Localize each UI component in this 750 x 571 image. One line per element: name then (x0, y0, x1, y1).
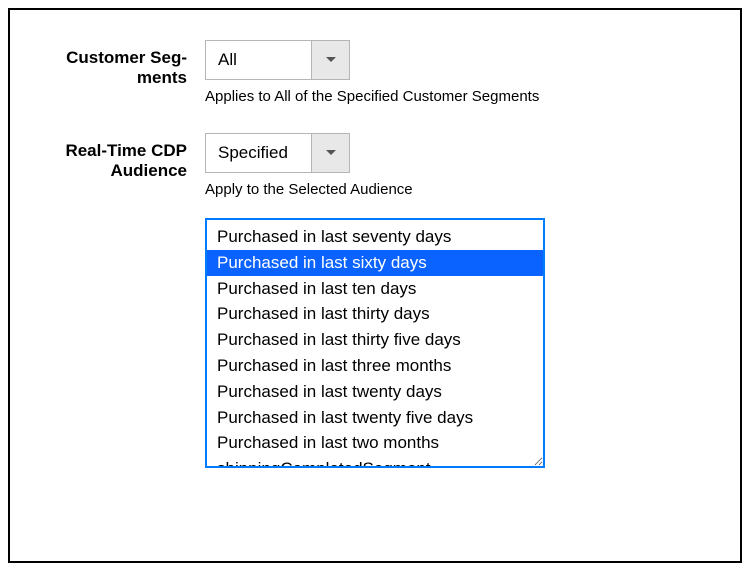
rtcdp-audience-control: Specified Apply to the Selected Audience… (205, 133, 700, 468)
audience-option[interactable]: Purchased in last seventy days (207, 224, 543, 250)
audience-option[interactable]: Purchased in last three months (207, 353, 543, 379)
rtcdp-audience-label: Real-Time CDP Audience (30, 133, 205, 468)
audience-option[interactable]: Purchased in last thirty days (207, 301, 543, 327)
rtcdp-audience-value: Specified (206, 134, 311, 172)
customer-segments-select[interactable]: All (205, 40, 350, 80)
customer-segments-row: Customer Seg­ments All Applies to All of… (30, 40, 700, 105)
customer-segments-control: All Applies to All of the Specified Cust… (205, 40, 700, 105)
audience-option[interactable]: shippingCompletedSegment (207, 456, 543, 468)
chevron-down-icon (311, 41, 349, 79)
audience-option[interactable]: Purchased in last twenty days (207, 379, 543, 405)
rtcdp-audience-helper: Apply to the Selected Audience (205, 181, 700, 198)
customer-segments-helper: Applies to All of the Specified Customer… (205, 88, 700, 105)
audience-option[interactable]: Purchased in last two months (207, 430, 543, 456)
customer-segments-label: Customer Seg­ments (30, 40, 205, 105)
rtcdp-audience-row: Real-Time CDP Audience Specified Apply t… (30, 133, 700, 468)
audience-option[interactable]: Purchased in last sixty days (207, 250, 543, 276)
audience-listbox[interactable]: Purchased in last seventy daysPurchased … (205, 218, 545, 468)
audience-option[interactable]: Purchased in last thirty five days (207, 327, 543, 353)
config-panel: Customer Seg­ments All Applies to All of… (8, 8, 742, 563)
customer-segments-value: All (206, 41, 311, 79)
chevron-down-icon (311, 134, 349, 172)
audience-option[interactable]: Purchased in last ten days (207, 276, 543, 302)
audience-option[interactable]: Purchased in last twenty five days (207, 405, 543, 431)
rtcdp-audience-select[interactable]: Specified (205, 133, 350, 173)
